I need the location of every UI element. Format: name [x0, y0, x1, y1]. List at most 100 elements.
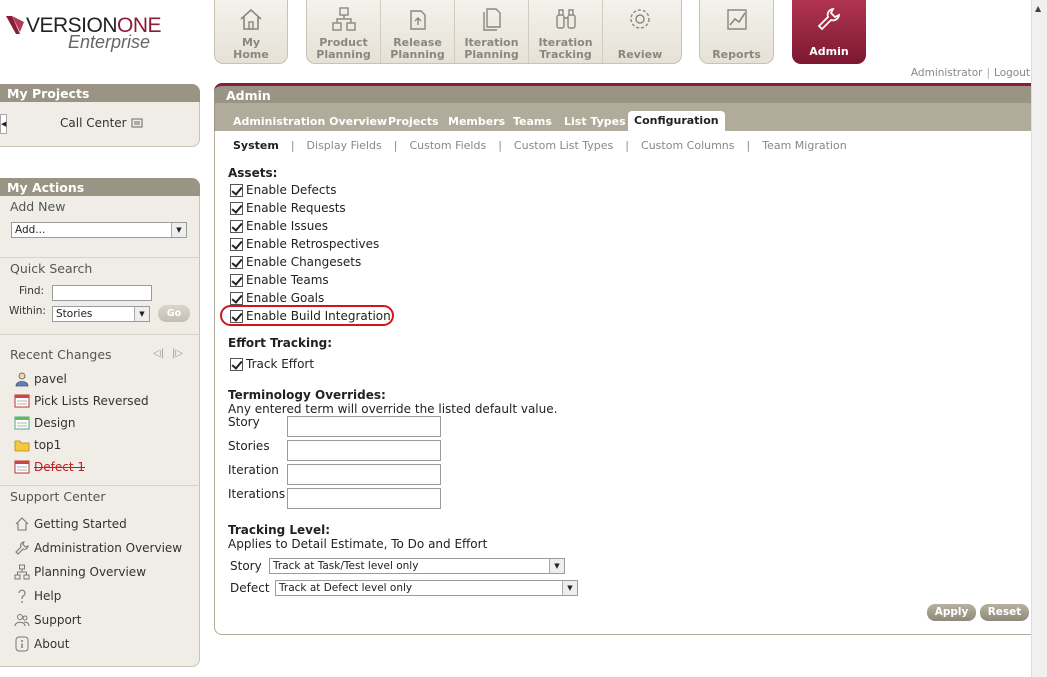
track-effort-checkbox[interactable]: Track Effort — [230, 356, 314, 372]
checkbox-checked[interactable] — [230, 219, 243, 233]
project-picker-icon[interactable] — [131, 117, 143, 129]
enable-issues-checkbox[interactable]: Enable Issues — [230, 218, 328, 234]
logout-link[interactable]: Logout — [994, 67, 1030, 79]
tab-members[interactable]: Members — [448, 113, 505, 131]
info-icon — [15, 636, 29, 652]
term-input-story[interactable] — [287, 416, 441, 437]
find-input[interactable] — [52, 285, 152, 301]
checkbox-checked[interactable] — [230, 357, 243, 371]
quick-search-heading: Quick Search — [10, 261, 93, 276]
term-label-story: Story — [228, 415, 260, 429]
recent-item-pavel[interactable]: pavel — [14, 370, 67, 388]
admin-tab-bar: Administration Overview Projects Members… — [214, 103, 1031, 132]
chevron-down-icon: ▼ — [171, 223, 186, 237]
divider — [0, 334, 200, 335]
nav-reports-group: Reports — [699, 0, 774, 64]
checkbox-checked[interactable] — [230, 201, 243, 215]
recent-item-defect-1[interactable]: Defect 1 — [14, 458, 85, 476]
recent-prev-icon[interactable]: ◁| — [153, 348, 164, 359]
subtab-display-fields[interactable]: Display Fields — [307, 139, 382, 152]
nav-product-planning[interactable]: Product Planning — [307, 0, 381, 63]
support-getting-started[interactable]: Getting Started — [14, 515, 127, 533]
subtab-custom-columns[interactable]: Custom Columns — [641, 139, 735, 152]
enable-defects-checkbox[interactable]: Enable Defects — [230, 182, 336, 198]
enable-changesets-checkbox[interactable]: Enable Changesets — [230, 254, 361, 270]
versionone-logo: VERSIONONE Enterprise — [6, 12, 176, 58]
tracking-label-defect: Defect — [230, 581, 270, 595]
enable-goals-checkbox[interactable]: Enable Goals — [230, 290, 324, 306]
support-about[interactable]: About — [14, 635, 69, 653]
nav-iteration-tracking[interactable]: Iteration Tracking — [529, 0, 603, 63]
nav-my-home[interactable]: My Home — [215, 0, 287, 63]
nav-review[interactable]: Review — [603, 0, 677, 63]
people-icon — [14, 614, 30, 627]
config-subtabs: System | Display Fields | Custom Fields | Cust… — [233, 139, 847, 152]
tab-configuration[interactable]: Configuration — [628, 111, 725, 132]
tab-projects[interactable]: Projects — [388, 113, 439, 131]
enable-requests-checkbox[interactable]: Enable Requests — [230, 200, 346, 216]
support-planning-overview[interactable]: Planning Overview — [14, 563, 146, 581]
divider — [0, 257, 200, 258]
wrench-icon — [817, 7, 841, 31]
checkbox-checked[interactable] — [230, 273, 243, 287]
subtab-custom-list-types[interactable]: Custom List Types — [514, 139, 613, 152]
tracking-description: Applies to Detail Estimate, To Do and Ef… — [228, 537, 488, 551]
recent-next-icon[interactable]: |▷ — [172, 348, 183, 359]
page-scrollbar[interactable]: ▲ — [1031, 0, 1047, 677]
term-label-iteration: Iteration — [228, 463, 279, 477]
tracking-defect-select[interactable]: Track at Defect level only ▼ — [275, 580, 578, 596]
recent-item-design[interactable]: Design — [14, 414, 75, 432]
term-input-iteration[interactable] — [287, 464, 441, 485]
chart-icon — [726, 9, 747, 30]
user-links: Administrator | Logout — [870, 67, 1030, 79]
enable-retrospectives-checkbox[interactable]: Enable Retrospectives — [230, 236, 379, 252]
current-project[interactable]: Call Center — [60, 116, 143, 130]
reset-button[interactable]: Reset — [980, 604, 1029, 621]
subtab-custom-fields[interactable]: Custom Fields — [409, 139, 486, 152]
chevron-down-icon: ▼ — [562, 581, 577, 595]
tracking-label-story: Story — [230, 559, 262, 573]
nav-iteration-planning[interactable]: Iteration Planning — [455, 0, 529, 63]
apply-button[interactable]: Apply — [927, 604, 976, 621]
assets-heading: Assets: — [228, 166, 278, 180]
add-new-select[interactable]: Add... ▼ — [11, 222, 187, 238]
term-input-iterations[interactable] — [287, 488, 441, 509]
enable-teams-checkbox[interactable]: Enable Teams — [230, 272, 329, 288]
checkbox-checked[interactable] — [230, 183, 243, 197]
support-administration-overview[interactable]: Administration Overview — [14, 539, 182, 557]
subtab-team-migration[interactable]: Team Migration — [762, 139, 846, 152]
tracking-level-heading: Tracking Level: — [228, 523, 331, 537]
logo-edition: Enterprise — [68, 32, 151, 52]
collapse-arrow-icon[interactable]: ◀ — [0, 114, 7, 134]
checkbox-checked[interactable] — [230, 291, 243, 305]
support-help[interactable]: Help — [14, 587, 61, 605]
user-name-link[interactable]: Administrator — [911, 67, 983, 79]
recent-item-pick-lists[interactable]: Pick Lists Reversed — [14, 392, 149, 410]
nav-release-planning[interactable]: Release Planning — [381, 0, 455, 63]
subtab-system[interactable]: System — [233, 139, 279, 152]
nav-home-group: My Home — [214, 0, 288, 64]
within-select[interactable]: Stories ▼ — [52, 306, 150, 322]
term-label-stories: Stories — [228, 439, 270, 453]
support-support[interactable]: Support — [14, 611, 81, 629]
tab-administration-overview[interactable]: Administration Overview — [233, 113, 387, 131]
highlight-annotation — [220, 305, 394, 326]
page-title: Admin — [214, 83, 1031, 103]
scroll-up-arrow-icon[interactable]: ▲ — [1035, 4, 1041, 13]
gear-icon — [630, 9, 650, 29]
terminology-description: Any entered term will override the liste… — [228, 402, 558, 416]
within-label: Within: — [9, 305, 46, 317]
tab-teams[interactable]: Teams — [513, 113, 552, 131]
nav-admin[interactable]: Admin — [792, 0, 866, 64]
home-icon — [240, 8, 262, 30]
recent-changes-heading: Recent Changes — [10, 347, 112, 362]
tracking-story-select[interactable]: Track at Task/Test level only ▼ — [269, 558, 565, 574]
tab-list-types[interactable]: List Types — [564, 113, 626, 131]
term-input-stories[interactable] — [287, 440, 441, 461]
checkbox-checked[interactable] — [230, 255, 243, 269]
story-icon — [14, 416, 30, 430]
checkbox-checked[interactable] — [230, 237, 243, 251]
go-button[interactable]: Go — [158, 305, 190, 322]
recent-item-top1[interactable]: top1 — [14, 436, 61, 454]
nav-reports[interactable]: Reports — [700, 0, 773, 63]
